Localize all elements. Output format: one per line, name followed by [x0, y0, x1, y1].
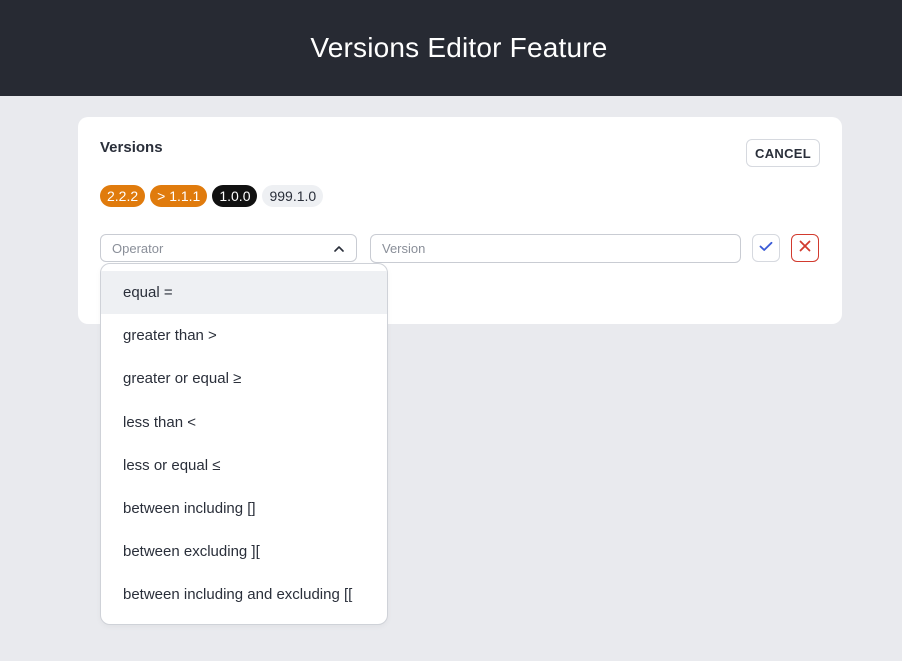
operator-option-between-including-excluding[interactable]: between including and excluding [[ [101, 573, 387, 616]
operator-option-equal[interactable]: equal = [101, 271, 387, 315]
version-badge[interactable]: 2.2.2 [100, 185, 146, 207]
version-badges: 2.2.2 > 1.1.1 1.0.0 999.1.0 [100, 185, 324, 207]
version-badge[interactable]: > 1.1.1 [150, 185, 208, 207]
cancel-button[interactable]: CANCEL [746, 139, 820, 167]
version-badge[interactable]: 999.1.0 [262, 185, 324, 207]
operator-option-between-including[interactable]: between including [] [101, 487, 387, 530]
operator-option-less-than[interactable]: less than < [101, 401, 387, 444]
confirm-button[interactable] [752, 234, 780, 262]
operator-option-greater-than[interactable]: greater than > [101, 314, 387, 357]
card-title: Versions [100, 139, 163, 156]
remove-button[interactable] [791, 234, 819, 262]
app-header: Versions Editor Feature [0, 0, 902, 96]
operator-dropdown: equal = greater than > greater or equal … [100, 263, 388, 625]
check-icon [759, 239, 773, 257]
version-input[interactable] [370, 234, 741, 263]
operator-option-between-excluding[interactable]: between excluding ][ [101, 530, 387, 573]
operator-option-greater-or-equal[interactable]: greater or equal ≥ [101, 357, 387, 400]
operator-option-less-or-equal[interactable]: less or equal ≤ [101, 444, 387, 487]
operator-select[interactable]: Operator [100, 234, 357, 262]
close-icon [799, 239, 811, 257]
chevron-up-icon [333, 242, 345, 254]
page-title: Versions Editor Feature [310, 32, 608, 63]
operator-placeholder: Operator [112, 240, 164, 256]
version-badge[interactable]: 1.0.0 [212, 185, 258, 207]
